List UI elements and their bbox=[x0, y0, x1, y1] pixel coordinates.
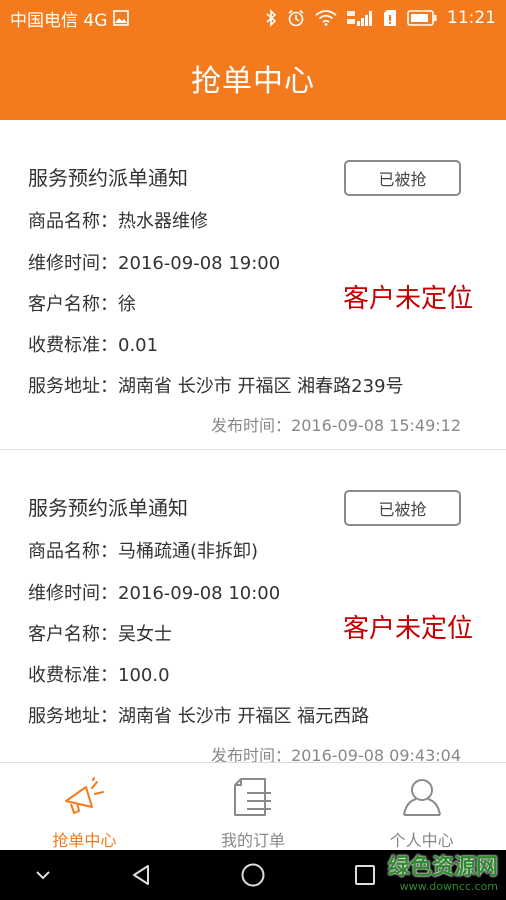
order-title: 服务预约派单通知 bbox=[28, 496, 188, 520]
publish-time: 发布时间：2016-09-08 09:43:04 bbox=[211, 742, 461, 762]
tab-label: 我的订单 bbox=[221, 831, 286, 850]
repair-time-label: 维修时间： bbox=[28, 253, 118, 274]
publish-value: 2016-09-08 09:43:04 bbox=[291, 746, 461, 762]
order-list[interactable]: 服务预约派单通知 已被抢 商品名称：热水器维修 维修时间：2016-09-08 … bbox=[0, 120, 506, 762]
repair-time-row: 维修时间：2016-09-08 19:00 bbox=[28, 249, 280, 275]
grabbed-button[interactable]: 已被抢 bbox=[344, 490, 461, 526]
publish-value: 2016-09-08 15:49:12 bbox=[291, 416, 461, 435]
chevron-down-icon[interactable] bbox=[28, 850, 58, 900]
image-notification-icon bbox=[113, 10, 130, 26]
wifi-icon bbox=[315, 10, 337, 26]
clock-time: 11:21 bbox=[447, 8, 496, 28]
address-label: 服务地址： bbox=[28, 706, 118, 727]
address-value: 湖南省 长沙市 开福区 湘春路239号 bbox=[118, 376, 404, 397]
location-status: 客户未定位 bbox=[343, 614, 474, 644]
address-row: 服务地址：湖南省 长沙市 开福区 湘春路239号 bbox=[28, 372, 404, 398]
location-status: 客户未定位 bbox=[343, 284, 474, 314]
customer-row: 客户名称：吴女士 bbox=[28, 620, 172, 646]
address-label: 服务地址： bbox=[28, 376, 118, 397]
watermark: 绿色资源网 www.downcc.com bbox=[348, 850, 498, 900]
product-label: 商品名称： bbox=[28, 211, 118, 232]
carrier-label: 中国电信 4G bbox=[10, 10, 108, 31]
customer-label: 客户名称： bbox=[28, 624, 118, 645]
address-value: 湖南省 长沙市 开福区 福元西路 bbox=[118, 706, 370, 727]
repair-time-value: 2016-09-08 19:00 bbox=[118, 253, 281, 274]
order-card[interactable]: 服务预约派单通知 已被抢 商品名称：马桶疏通(非拆卸) 维修时间：2016-09… bbox=[0, 450, 506, 762]
publish-label: 发布时间： bbox=[211, 416, 292, 435]
page-header: 抢单中心 bbox=[0, 36, 506, 120]
order-card[interactable]: 服务预约派单通知 已被抢 商品名称：热水器维修 维修时间：2016-09-08 … bbox=[0, 120, 506, 450]
fee-value: 0.01 bbox=[118, 335, 159, 356]
back-icon[interactable] bbox=[124, 850, 158, 900]
product-row: 商品名称：马桶疏通(非拆卸) bbox=[28, 537, 258, 563]
publish-time: 发布时间：2016-09-08 15:49:12 bbox=[211, 412, 461, 436]
repair-time-row: 维修时间：2016-09-08 10:00 bbox=[28, 579, 280, 605]
watermark-text: 绿色资源网 bbox=[387, 855, 498, 880]
customer-value: 徐 bbox=[118, 294, 136, 315]
tab-my-orders[interactable]: 我的订单 bbox=[169, 763, 338, 850]
product-label: 商品名称： bbox=[28, 541, 118, 562]
repair-time-label: 维修时间： bbox=[28, 583, 118, 604]
customer-label: 客户名称： bbox=[28, 294, 118, 315]
product-value: 马桶疏通(非拆卸) bbox=[118, 541, 259, 562]
megaphone-icon bbox=[62, 777, 106, 821]
document-list-icon bbox=[231, 777, 275, 821]
address-row: 服务地址：湖南省 长沙市 开福区 福元西路 bbox=[28, 702, 369, 728]
user-icon bbox=[400, 777, 444, 821]
customer-value: 吴女士 bbox=[118, 624, 172, 645]
page-title: 抢单中心 bbox=[191, 64, 315, 99]
publish-label: 发布时间： bbox=[211, 746, 292, 762]
product-row: 商品名称：热水器维修 bbox=[28, 207, 208, 233]
tab-personal-center[interactable]: 个人中心 bbox=[337, 763, 506, 850]
home-icon[interactable] bbox=[236, 850, 270, 900]
repair-time-value: 2016-09-08 10:00 bbox=[118, 583, 281, 604]
order-title: 服务预约派单通知 bbox=[28, 166, 188, 190]
fee-label: 收费标准： bbox=[28, 335, 118, 356]
sim-icon bbox=[383, 9, 397, 27]
tab-label: 个人中心 bbox=[389, 831, 454, 850]
fee-row: 收费标准：0.01 bbox=[28, 331, 158, 357]
tab-grab-center[interactable]: 抢单中心 bbox=[0, 763, 169, 850]
tab-label: 抢单中心 bbox=[52, 831, 117, 850]
signal-icon bbox=[347, 9, 373, 27]
customer-row: 客户名称：徐 bbox=[28, 290, 136, 316]
bottom-tab-bar: 抢单中心 我的订单 个人中心 bbox=[0, 762, 506, 850]
watermark-url: www.downcc.com bbox=[399, 880, 498, 893]
fee-row: 收费标准：100.0 bbox=[28, 661, 170, 687]
status-bar: 中国电信 4G 11:21 bbox=[0, 0, 506, 36]
alarm-icon bbox=[287, 9, 305, 27]
product-value: 热水器维修 bbox=[118, 211, 208, 232]
battery-icon bbox=[407, 10, 437, 26]
bluetooth-icon bbox=[265, 9, 277, 27]
fee-label: 收费标准： bbox=[28, 665, 118, 686]
grabbed-button[interactable]: 已被抢 bbox=[344, 160, 461, 196]
fee-value: 100.0 bbox=[118, 665, 170, 686]
